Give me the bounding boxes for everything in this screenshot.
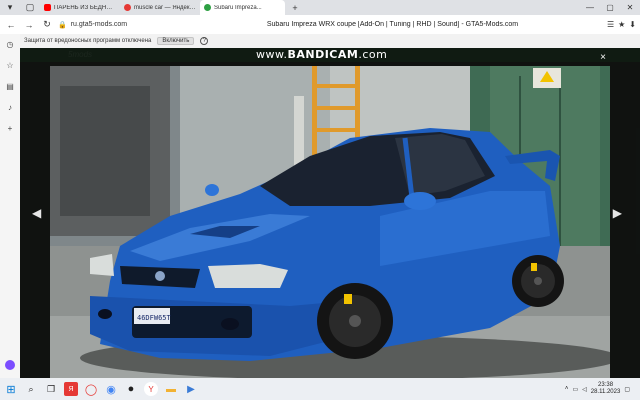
address-text: ru.gta5-mods.com: [70, 21, 128, 28]
protection-bar: Защита от вредоносных программ отключена…: [20, 34, 640, 48]
watermark-brand: BANDICAM: [287, 48, 359, 61]
tab-label: ПАРЕНЬ ИЗ БЕДНОЙ СЕ...: [54, 4, 116, 11]
tray-arrow-icon[interactable]: ˄: [565, 386, 569, 392]
history-icon[interactable]: ◷: [4, 38, 16, 50]
clock-time: 23:38: [598, 382, 614, 388]
watermark-suffix: .com: [358, 48, 388, 61]
clock-date: 28.11.2023: [590, 389, 621, 395]
previous-image-icon[interactable]: ◀: [32, 206, 41, 220]
tab-yandex-search[interactable]: muscle car — Яндекс на...: [120, 0, 200, 15]
clock[interactable]: 23:38 28.11.2023: [591, 382, 621, 396]
network-icon[interactable]: ▭: [572, 386, 578, 393]
yandex-icon[interactable]: Я: [64, 382, 78, 396]
watermark-prefix: www.: [256, 48, 288, 61]
notes-icon[interactable]: ▤: [4, 80, 16, 92]
tab-strip: ▾ ▢ ПАРЕНЬ ИЗ БЕДНОЙ СЕ... muscle car — …: [0, 0, 640, 15]
tab-youtube[interactable]: ПАРЕНЬ ИЗ БЕДНОЙ СЕ...: [40, 0, 120, 15]
files-icon[interactable]: ▬: [164, 382, 178, 396]
page-content: 5mods: [20, 48, 640, 378]
yandex-icon: [124, 4, 131, 11]
minimize-icon[interactable]: —: [580, 0, 600, 15]
reload-icon[interactable]: ↻: [40, 18, 54, 32]
toolbar-actions: ☰ ★ ⬇: [607, 20, 636, 29]
yandex-browser-icon[interactable]: Y: [144, 382, 158, 396]
close-window-icon[interactable]: ✕: [620, 0, 640, 15]
youtube-icon: [44, 4, 51, 11]
new-tab-button[interactable]: +: [285, 0, 305, 15]
bookmarks-icon[interactable]: ☆: [4, 59, 16, 71]
protection-message: Защита от вредоносных программ отключена: [24, 38, 152, 44]
page-title: Subaru Impreza WRX coupe [Add-On | Tunin…: [266, 21, 519, 28]
add-panel-icon[interactable]: +: [4, 122, 16, 134]
gta5mods-icon: [204, 4, 211, 11]
maximize-icon[interactable]: ▢: [600, 0, 620, 15]
bandicam-watermark: www.BANDICAM.com: [256, 48, 387, 61]
taskview-icon[interactable]: ❐: [44, 382, 58, 396]
license-plate-text: 46DFW65T: [137, 314, 172, 322]
notifications-icon[interactable]: ▢: [624, 386, 630, 393]
windows-start-icon[interactable]: ⊞: [4, 382, 18, 396]
next-image-icon[interactable]: ▶: [613, 206, 622, 220]
tab-menu-icon[interactable]: ▾: [0, 0, 20, 15]
back-icon[interactable]: ←: [4, 18, 18, 32]
navigation-bar: ← → ↻ 🔒 ru.gta5-mods.com Subaru Impreza …: [0, 15, 640, 34]
opera-icon[interactable]: ◯: [84, 382, 98, 396]
tab-gta5mods[interactable]: Subaru Impreza...: [200, 0, 285, 15]
car-screenshot: 46DFW65T: [50, 66, 610, 378]
alice-assistant-icon[interactable]: [5, 360, 15, 370]
window-controls: — ▢ ✕: [580, 0, 640, 15]
chrome-icon[interactable]: ◉: [104, 382, 118, 396]
tab-label: muscle car — Яндекс на...: [134, 4, 196, 11]
lock-icon: 🔒: [58, 21, 67, 29]
music-icon[interactable]: ♪: [4, 101, 16, 113]
browser-sidebar: ◷ ☆ ▤ ♪ +: [0, 34, 20, 378]
browser-window: ▾ ▢ ПАРЕНЬ ИЗ БЕДНОЙ СЕ... muscle car — …: [0, 0, 640, 400]
downloads-icon[interactable]: ⬇: [629, 20, 636, 29]
windows-taskbar: ⊞ ⌕ ❐ Я ◯ ◉ ● Y ▬ ▶ ˄ ▭ ◁ 23:38 28.11.20…: [0, 378, 640, 400]
forward-icon[interactable]: →: [22, 18, 36, 32]
volume-icon[interactable]: ◁: [582, 386, 587, 393]
address-bar[interactable]: 🔒 ru.gta5-mods.com: [58, 21, 178, 29]
search-icon[interactable]: ⌕: [24, 382, 38, 396]
car-photo-image: 46DFW65T: [50, 66, 610, 378]
obs-icon[interactable]: ●: [124, 382, 138, 396]
bookmark-icon[interactable]: ★: [618, 20, 625, 29]
system-tray: ˄ ▭ ◁ 23:38 28.11.2023 ▢: [565, 382, 640, 396]
reader-icon[interactable]: ☰: [607, 20, 614, 29]
enable-protection-button[interactable]: Включить: [157, 37, 195, 45]
media-icon[interactable]: ▶: [184, 382, 198, 396]
help-icon[interactable]: ?: [200, 37, 209, 45]
tabs-overview-icon[interactable]: ▢: [20, 0, 40, 15]
lightbox-close-icon[interactable]: ×: [600, 52, 606, 63]
tab-label: Subaru Impreza...: [214, 4, 262, 11]
